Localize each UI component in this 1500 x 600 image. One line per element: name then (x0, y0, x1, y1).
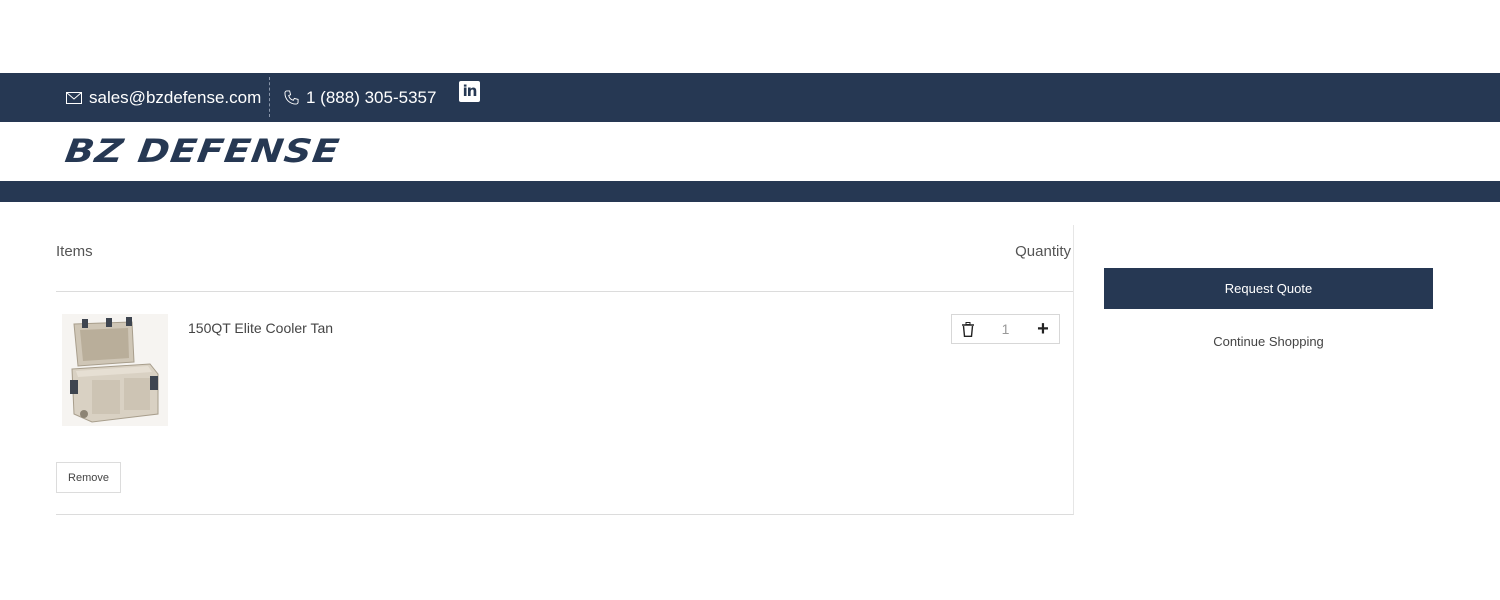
top-contact-bar: sales@bzdefense.com 1 (888) 305-5357 in (0, 73, 1500, 122)
cooler-product-image[interactable] (62, 314, 168, 426)
quantity-value[interactable]: 1 (984, 321, 1027, 337)
items-column-header: Items (56, 243, 93, 260)
product-name[interactable]: 150QT Elite Cooler Tan (188, 320, 333, 336)
cart-panel: Items Quantity 150QT Elite Cooler Tan 1 … (56, 225, 1074, 515)
cooler-image (62, 314, 168, 426)
email-link[interactable]: sales@bzdefense.com (66, 73, 261, 122)
envelope-icon (66, 91, 82, 104)
quantity-column-header: Quantity (1015, 243, 1071, 260)
cart-header: Items Quantity (56, 225, 1073, 292)
logo-band: BZ DEFENSE (0, 122, 1500, 181)
phone-icon (284, 90, 299, 105)
remove-button[interactable]: Remove (56, 462, 121, 493)
email-text: sales@bzdefense.com (89, 87, 262, 107)
trash-icon[interactable] (952, 315, 984, 343)
site-logo[interactable]: BZ DEFENSE (63, 132, 343, 169)
quantity-stepper: 1 + (951, 314, 1060, 344)
linkedin-icon[interactable]: in (459, 81, 480, 102)
nav-bar (0, 181, 1500, 202)
contact-divider (269, 77, 270, 117)
request-quote-button[interactable]: Request Quote (1104, 268, 1433, 309)
plus-icon[interactable]: + (1027, 318, 1059, 341)
continue-shopping-link[interactable]: Continue Shopping (1104, 334, 1433, 349)
phone-link[interactable]: 1 (888) 305-5357 (284, 73, 436, 122)
phone-text: 1 (888) 305-5357 (306, 87, 437, 107)
